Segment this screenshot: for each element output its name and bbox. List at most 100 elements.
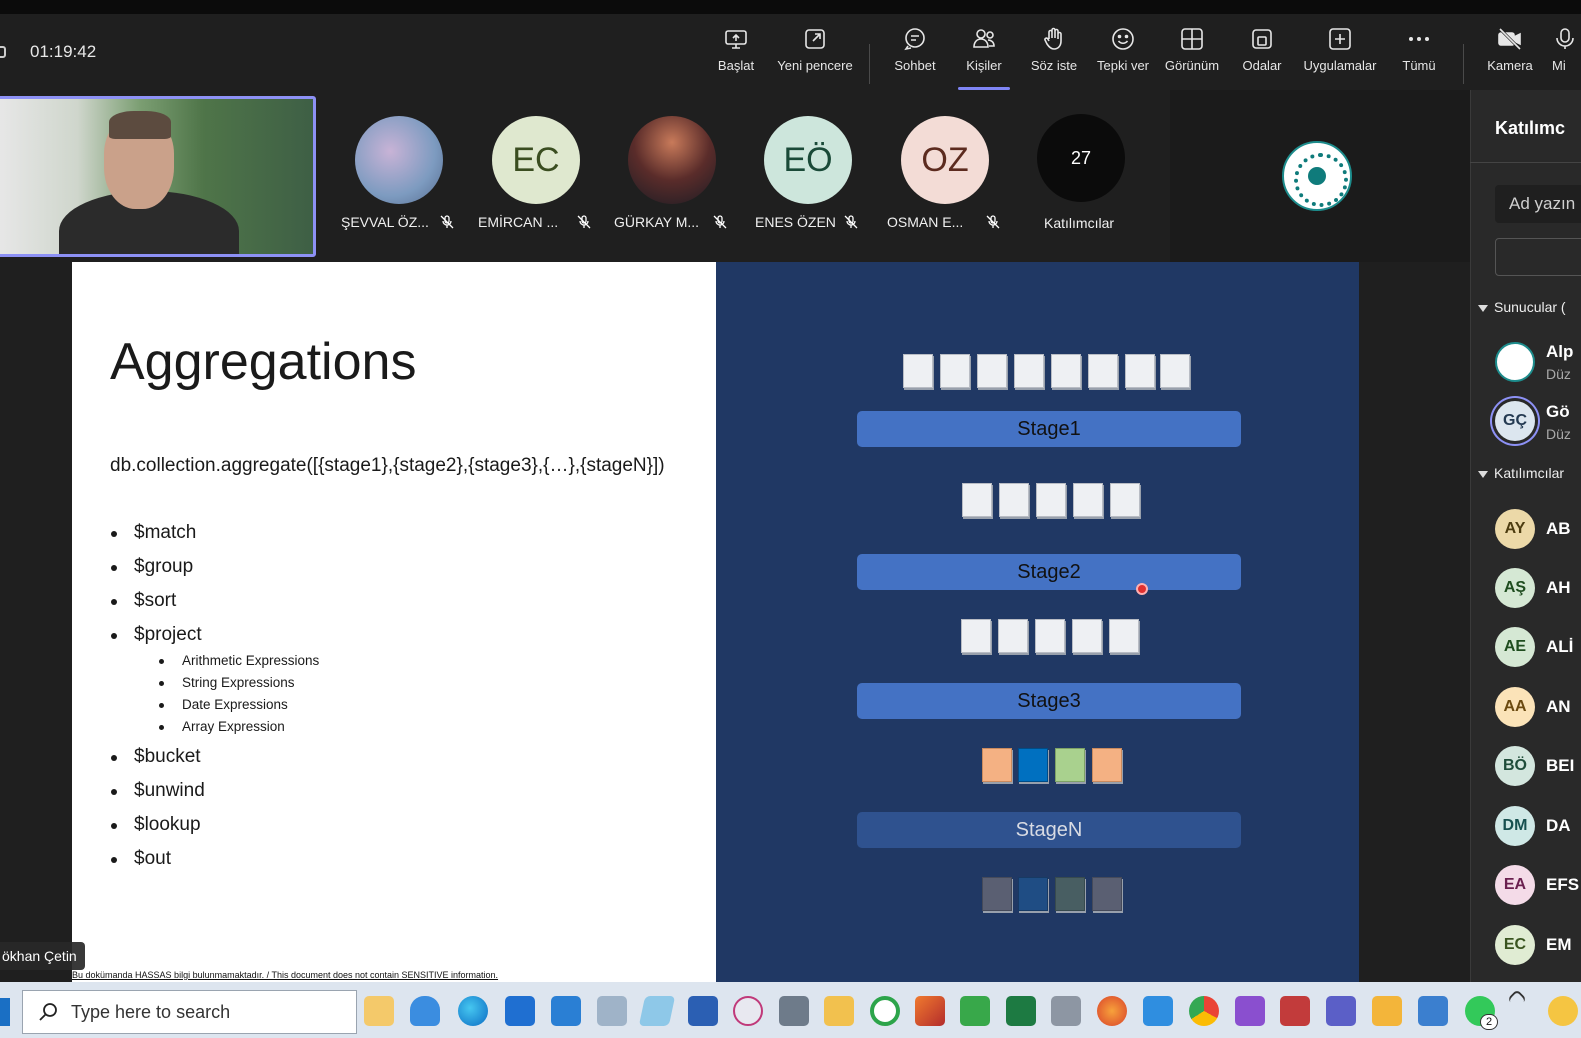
bullet-dot [111,823,117,829]
presenter-video[interactable] [0,96,316,257]
raise-hand-button[interactable]: Söz iste [1030,26,1078,84]
word-icon[interactable] [688,996,718,1026]
view-button[interactable]: Görünüm [1163,26,1221,84]
participant-avatar-photo[interactable] [355,116,443,204]
camera-button[interactable]: Kamera [1486,26,1534,84]
attendee-avatar[interactable]: BÖ [1495,746,1535,786]
mail-icon[interactable] [551,996,581,1026]
mic-button[interactable]: Mi [1552,26,1580,84]
document-icon [1018,748,1048,782]
slide-bullet: $bucket [134,746,201,767]
attendees-section-header[interactable]: Katılımcılar [1478,465,1564,481]
photos-icon[interactable] [597,996,627,1026]
presenter-avatar[interactable]: GÇ [1495,401,1535,441]
attendee-avatar[interactable]: AŞ [1495,568,1535,608]
document-icon [1035,619,1065,653]
people-button[interactable]: Kişiler [958,26,1010,90]
excel-tool-icon[interactable] [1372,996,1402,1026]
sub-bullet-dot [159,725,164,730]
participant-search-input[interactable]: Ad yazın [1495,185,1581,223]
attendee-avatar[interactable]: AE [1495,627,1535,667]
presenter-name: Alp [1546,342,1574,361]
share-screen-icon [725,30,747,49]
mic-muted-icon [844,215,858,229]
mic-label: Mi [1552,58,1566,73]
participant-avatar[interactable]: EÖ [764,116,852,204]
meeting-toolbar: 01:19:42 Başlat Yeni pencere Sohbet Kişi… [0,14,1581,90]
overflow-participants-label: Katılımcılar [1044,215,1115,231]
window-top-strip [0,0,1581,14]
slide-sub-bullet: Array Expression [182,719,285,734]
panel-action-button[interactable] [1495,238,1581,276]
slide-bullet: $unwind [134,780,205,801]
mic-muted-icon [440,215,454,229]
start-button[interactable] [0,998,10,1026]
chrome-icon[interactable] [1189,996,1219,1026]
bullet-dot [111,531,117,537]
toolbox-icon[interactable] [1280,996,1310,1026]
video-person-hair [109,111,171,139]
share-button[interactable]: Başlat [716,26,756,84]
document-icon [940,354,970,388]
vscode-icon[interactable] [1143,996,1173,1026]
file-explorer-icon[interactable] [824,996,854,1026]
toolbar-divider [869,44,870,84]
widgets-icon[interactable] [410,996,440,1026]
snipping-tool-icon[interactable] [733,996,763,1026]
presenters-label: Sunucular ( [1494,299,1566,315]
participant-avatar-photo[interactable] [628,116,716,204]
document-icon [1125,354,1155,388]
mic-muted-icon [577,215,591,229]
new-window-button[interactable]: Yeni pencere [776,26,854,84]
attendee-avatar[interactable]: AA [1495,687,1535,727]
slide-bullet: $out [134,848,171,869]
taskbar-search-box[interactable]: Type here to search [22,990,357,1034]
overflow-participants-count[interactable]: 27 [1037,114,1125,202]
notes-app-icon[interactable] [364,996,394,1026]
teams-icon[interactable] [1326,996,1356,1026]
raise-hand-label: Söz iste [1030,58,1078,73]
presenter-avatar-logo[interactable] [1495,342,1535,382]
document-icon [1110,483,1140,517]
chat-label: Sohbet [894,58,936,73]
rooms-button[interactable]: Odalar [1240,26,1284,84]
calculator-icon[interactable] [779,996,809,1026]
attendee-avatar[interactable]: DM [1495,806,1535,846]
sync-app-icon[interactable] [870,996,900,1026]
document-icon [998,619,1028,653]
laser-pointer [1136,583,1148,595]
notification-badge: 2 [1480,1014,1498,1030]
visual-studio-icon[interactable] [1235,996,1265,1026]
participant-avatar[interactable]: OZ [901,116,989,204]
matlab-icon[interactable] [915,996,945,1026]
presenters-section-header[interactable]: Sunucular ( [1478,299,1566,315]
react-button[interactable]: Tepki ver [1096,26,1150,84]
firefox-icon[interactable] [1097,996,1127,1026]
attendee-avatar[interactable]: AY [1495,509,1535,549]
attendee-name: DA [1546,816,1571,835]
participant-name: ENES ÖZEN [755,214,836,230]
store-icon[interactable] [505,996,535,1026]
document-icon [1055,877,1085,911]
chat-button[interactable]: Sohbet [892,26,938,84]
chart-app-icon[interactable] [960,996,990,1026]
edge-browser-icon[interactable] [458,996,488,1026]
more-button[interactable]: Tümü [1400,26,1438,84]
document-icon [1072,619,1102,653]
presenter-name: Gö [1546,402,1570,421]
tray-app-icon[interactable] [1548,996,1578,1026]
slide-bullet: $sort [134,590,177,611]
notepad-icon[interactable] [638,996,676,1026]
image-app-icon[interactable] [1418,996,1448,1026]
share-label: Başlat [717,58,755,73]
excel-icon[interactable] [1006,996,1036,1026]
attendee-avatar[interactable]: EA [1495,865,1535,905]
slide-bullet: $match [134,522,197,543]
attendee-avatar[interactable]: EC [1495,925,1535,965]
document-icon [1088,354,1118,388]
document-icon [982,877,1012,911]
tool-app-icon[interactable] [1051,996,1081,1026]
search-icon [39,1003,57,1021]
apps-button[interactable]: Uygulamalar [1302,26,1378,84]
participant-avatar[interactable]: EC [492,116,580,204]
